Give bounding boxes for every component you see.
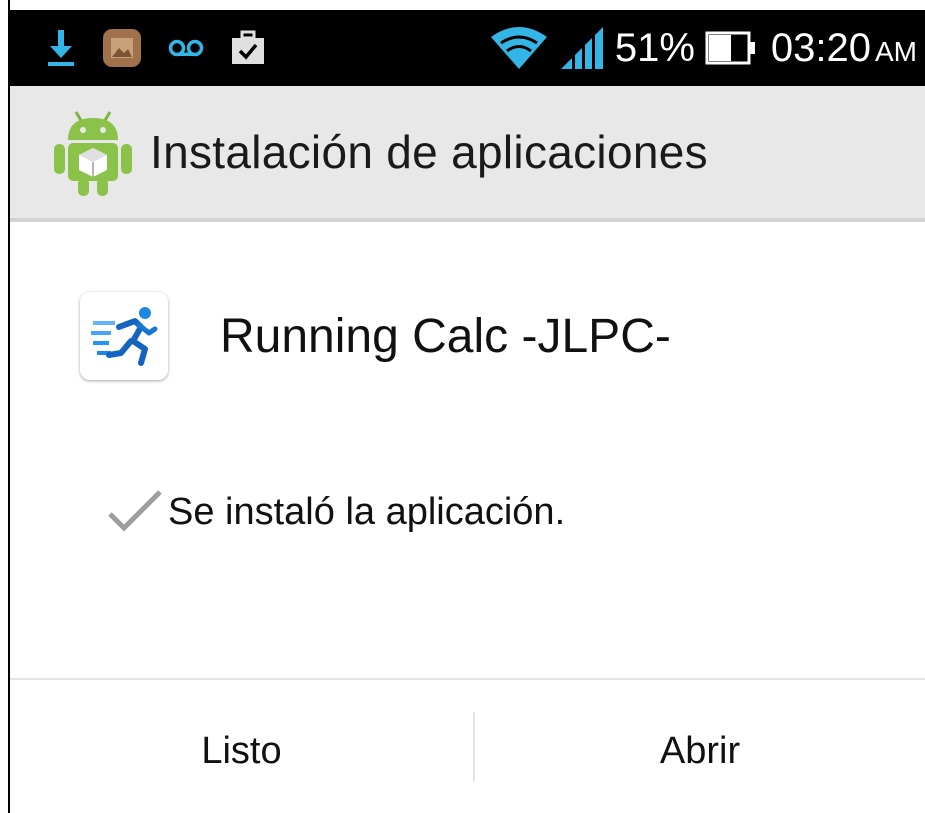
- clock: 03:20 AM: [771, 26, 917, 71]
- briefcase-icon: [230, 30, 266, 66]
- running-person-icon: [80, 292, 168, 380]
- battery-icon: [705, 31, 757, 65]
- button-bar-divider: [10, 678, 925, 680]
- status-bar: 51% 03:20 AM: [10, 10, 925, 86]
- wifi-icon: [489, 25, 549, 71]
- done-button[interactable]: Listo: [10, 690, 473, 813]
- voicemail-icon: [168, 37, 204, 59]
- screen: 51% 03:20 AM Instalación de aplicaciones…: [0, 0, 925, 813]
- action-bar: Instalación de aplicaciones: [10, 86, 925, 222]
- app-name: Running Calc -JLPC-: [220, 309, 671, 363]
- top-margin: [0, 0, 925, 10]
- gallery-icon: [102, 28, 142, 68]
- page-title: Instalación de aplicaciones: [150, 126, 708, 178]
- clock-time: 03:20: [770, 25, 871, 70]
- battery-percent: 51%: [614, 25, 695, 70]
- clock-ampm: AM: [875, 35, 917, 67]
- checkmark-icon: [106, 488, 164, 537]
- status-message: Se instaló la aplicación.: [168, 491, 566, 533]
- app-info: Running Calc -JLPC-: [80, 292, 671, 380]
- open-button[interactable]: Abrir: [475, 690, 925, 813]
- android-installer-icon: [52, 106, 134, 198]
- download-icon: [46, 28, 76, 68]
- signal-icon: [559, 25, 605, 71]
- install-status: Se instaló la aplicación.: [106, 488, 565, 537]
